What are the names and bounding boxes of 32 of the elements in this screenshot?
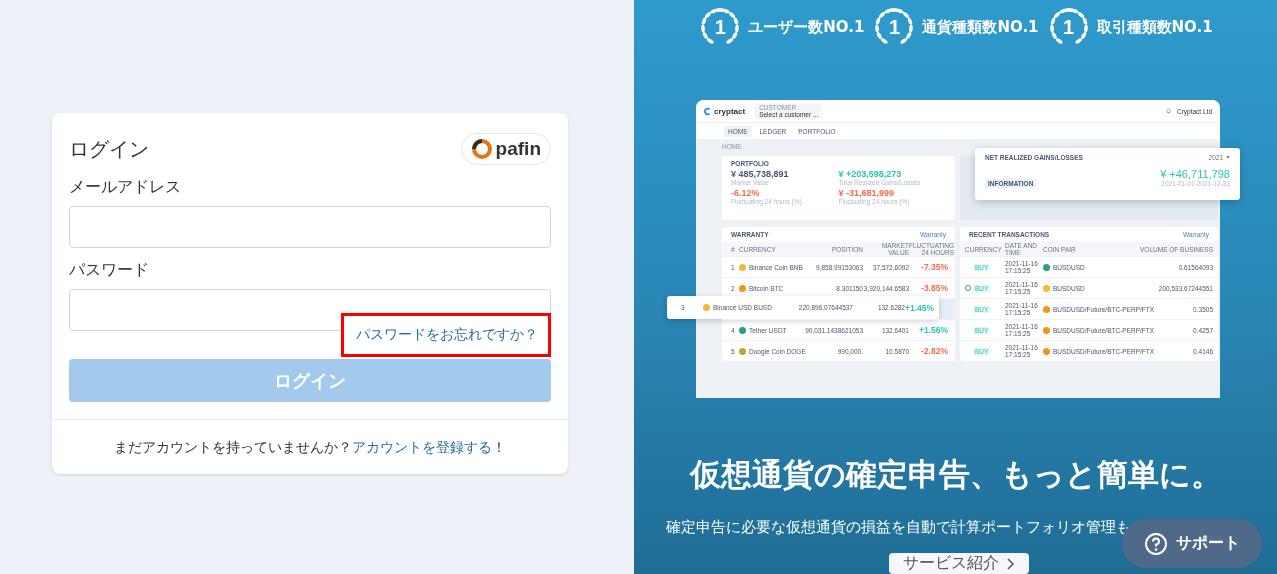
logo-icon bbox=[470, 138, 493, 160]
rank-number: 1 bbox=[888, 15, 900, 39]
login-title: ログイン bbox=[69, 135, 149, 163]
caret-icon[interactable] bbox=[1226, 156, 1230, 159]
logo-icon bbox=[704, 107, 711, 115]
award-label: ユーザー数NO.1 bbox=[748, 17, 865, 37]
change-value: -3.85% bbox=[921, 283, 948, 294]
rank-number: 1 bbox=[714, 15, 726, 39]
logo-text: pafin bbox=[495, 138, 541, 160]
stat-value: ¥ -31,681,999 bbox=[838, 187, 895, 199]
exclamation-text: ！ bbox=[492, 439, 506, 455]
change-value: -2.82% bbox=[921, 346, 948, 357]
chevron-icon bbox=[1007, 557, 1015, 570]
award-label: 取引種類数NO.1 bbox=[1096, 17, 1213, 37]
stat-value: ¥ +203,598,273 bbox=[838, 169, 902, 180]
field-label: メールアドレス bbox=[69, 177, 182, 198]
register-link[interactable]: アカウントを登録する bbox=[352, 439, 492, 455]
net-gains-value: ¥ +46,711,798 bbox=[1160, 168, 1230, 180]
change-value: -7.35% bbox=[921, 262, 948, 273]
change-value: +1.56% bbox=[918, 325, 948, 336]
stat-value: -6.12% bbox=[731, 187, 760, 199]
email-field[interactable] bbox=[69, 206, 551, 248]
headline: 仮想通貨の確定申告、もっと簡単に。 bbox=[689, 455, 1222, 494]
rank-number: 1 bbox=[1063, 15, 1075, 39]
change-value: +1.45% bbox=[905, 302, 935, 313]
signup-prompt: まだアカウントを持っていませんか？ bbox=[114, 439, 352, 455]
app-logo: cryptact bbox=[714, 106, 746, 116]
stat-value: ¥ 485,738,891 bbox=[731, 169, 789, 180]
field-label: パスワード bbox=[69, 260, 150, 281]
award-label: 通貨種類数NO.1 bbox=[922, 17, 1039, 37]
help-icon bbox=[1144, 531, 1168, 556]
service-button[interactable]: サービス紹介 bbox=[889, 553, 1029, 574]
